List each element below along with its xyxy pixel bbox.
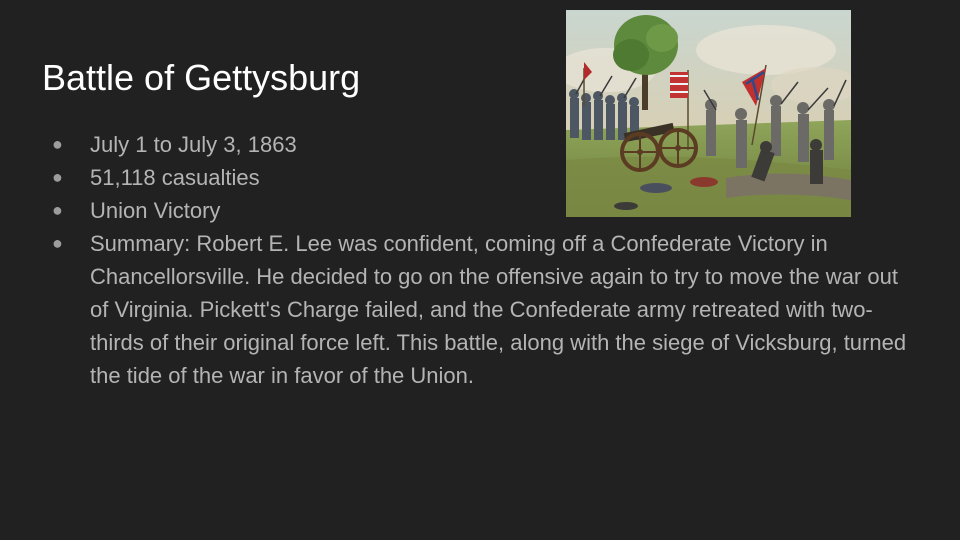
bullet-text: July 1 to July 3, 1863 bbox=[90, 132, 297, 157]
bullet-icon: ● bbox=[52, 200, 63, 220]
bullet-text: Union Victory bbox=[90, 198, 221, 223]
bullet-icon: ● bbox=[52, 134, 63, 154]
battle-painting-image bbox=[566, 10, 851, 217]
bullet-item-summary: ● Summary: Robert E. Lee was confident, … bbox=[50, 227, 920, 392]
slide-title: Battle of Gettysburg bbox=[42, 57, 361, 98]
bullet-text: Summary: Robert E. Lee was confident, co… bbox=[90, 231, 907, 388]
bullet-icon: ● bbox=[52, 167, 63, 187]
slide: Battle of Gettysburg ● July 1 to July 3,… bbox=[0, 0, 960, 540]
bullet-text: 51,118 casualties bbox=[90, 165, 260, 190]
bullet-icon: ● bbox=[52, 233, 63, 253]
